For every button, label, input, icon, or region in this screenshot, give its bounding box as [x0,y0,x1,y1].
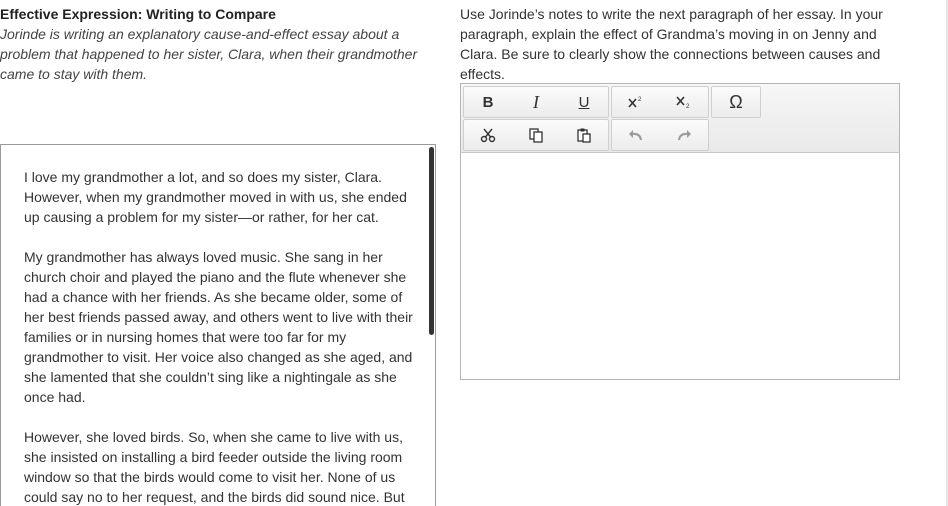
page: Effective Expression: Writing to Compare… [0,0,948,506]
passage-paragraph: My grandmother has always loved music. S… [24,249,413,405]
subscript-icon: 2 [676,95,692,109]
passage-paragraph: However, she loved birds. So, when she c… [24,429,405,505]
writing-prompt: Use Jorinde’s notes to write the next pa… [460,6,883,82]
italic-button[interactable]: I [512,87,560,117]
script-group: 2 2 [611,86,709,118]
copy-button[interactable] [512,120,560,150]
undo-button[interactable] [612,120,660,150]
special-character-button[interactable]: Ω [712,87,760,117]
redo-button[interactable] [660,120,708,150]
editor-toolbar: B I U 2 2 Ω [461,84,899,153]
undo-icon [628,128,644,142]
underline-icon: U [578,93,590,111]
instructions-header: Effective Expression: Writing to Compare… [0,4,430,84]
paste-button[interactable] [560,120,608,150]
special-char-group: Ω [711,86,761,118]
clipboard-group [463,119,609,151]
copy-icon [528,127,544,143]
svg-text:2: 2 [638,97,642,103]
history-group [611,119,709,151]
paste-icon [576,127,592,143]
editor-text-area[interactable] [461,153,899,379]
omega-icon: Ω [729,91,743,112]
superscript-icon: 2 [628,95,644,109]
svg-text:2: 2 [686,104,690,109]
cut-icon [480,127,496,143]
section-subtitle: Jorinde is writing an explanatory cause-… [0,26,418,82]
italic-icon: I [533,91,539,112]
bold-icon: B [482,93,494,111]
passage-panel[interactable]: I love my grandmother a lot, and so does… [0,144,436,506]
passage-content: I love my grandmother a lot, and so does… [24,167,418,506]
cut-button[interactable] [464,120,512,150]
format-group: B I U [463,86,609,118]
passage-paragraph: I love my grandmother a lot, and so does… [24,169,407,225]
redo-icon [676,128,692,142]
subscript-button[interactable]: 2 [660,87,708,117]
underline-button[interactable]: U [560,87,608,117]
section-title: Effective Expression: Writing to Compare [0,6,276,22]
passage-scrollbar-thumb[interactable] [429,147,434,335]
bold-button[interactable]: B [464,87,512,117]
superscript-button[interactable]: 2 [612,87,660,117]
rich-text-editor: B I U 2 2 Ω [460,83,900,380]
